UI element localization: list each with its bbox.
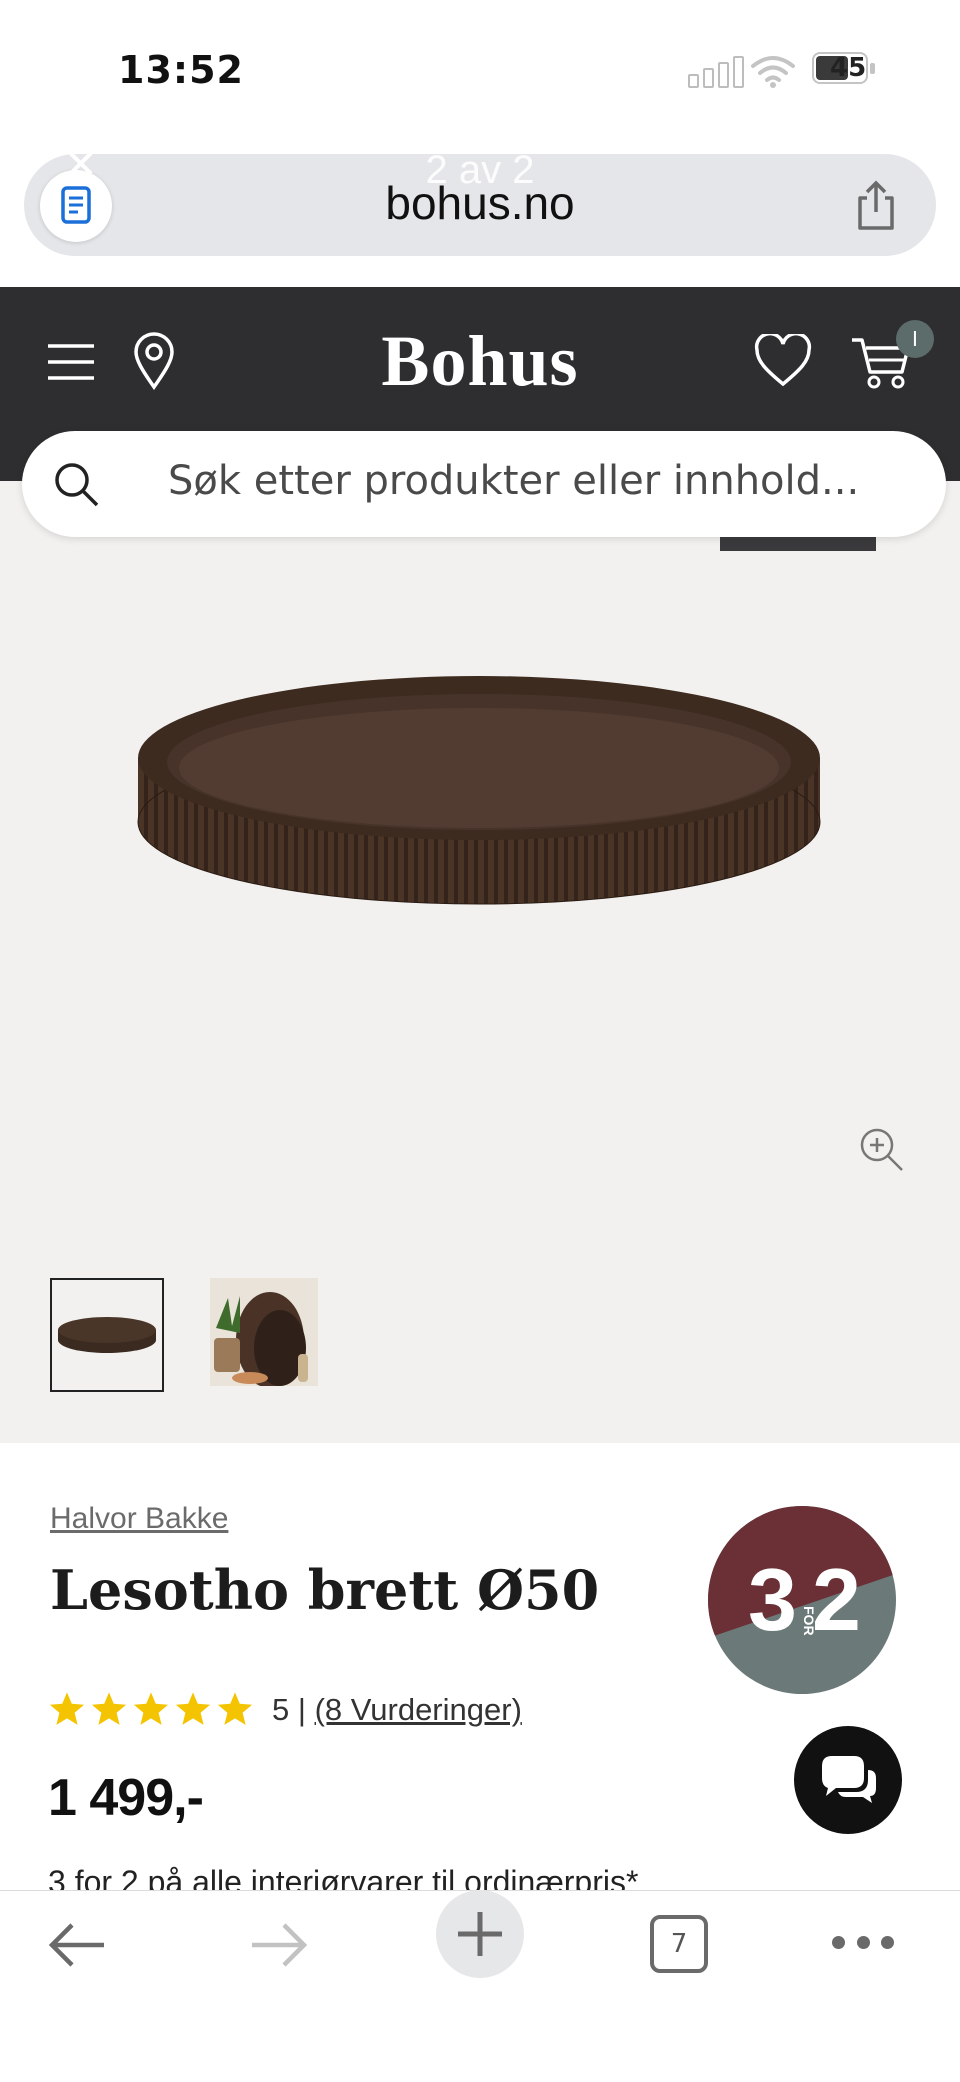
thumbnail-tray-image	[58, 1317, 156, 1353]
zoom-icon[interactable]	[858, 1126, 904, 1172]
battery-level: 45	[830, 53, 867, 83]
thumbnail-2[interactable]	[210, 1278, 324, 1392]
search-placeholder[interactable]: Søk etter produkter eller innhold...	[168, 458, 859, 504]
site-logo[interactable]: Bohus	[0, 320, 960, 403]
tabs-icon[interactable]: 7	[650, 1915, 708, 1973]
battery-icon: 45	[812, 52, 876, 86]
image-label-tab	[720, 537, 876, 551]
cellular-signal-icon	[688, 56, 744, 88]
more-icon[interactable]	[832, 1930, 894, 1954]
star-icon	[91, 1692, 127, 1725]
brand-link[interactable]: Halvor Bakke	[50, 1502, 228, 1536]
badge-number-left: 3	[748, 1550, 797, 1649]
cart-count-badge: I	[896, 320, 934, 358]
star-icon	[49, 1692, 85, 1725]
star-icon	[217, 1692, 253, 1725]
plus-icon	[458, 1912, 502, 1956]
product-price: 1 499,-	[48, 1769, 204, 1827]
product-image[interactable]	[134, 672, 824, 912]
rating-separator: |	[297, 1692, 306, 1727]
star-rating	[48, 1690, 254, 1728]
thumbnail-1[interactable]	[50, 1278, 164, 1392]
thumbnail-styled-image	[210, 1278, 318, 1388]
status-time: 13:52	[118, 48, 244, 92]
url-text[interactable]: bohus.no	[0, 176, 960, 230]
wifi-icon	[751, 56, 795, 88]
new-tab-button[interactable]	[436, 1890, 524, 1978]
star-icon	[175, 1692, 211, 1725]
chat-icon	[822, 1756, 876, 1803]
back-icon[interactable]	[46, 1920, 108, 1970]
badge-number-right: 2	[812, 1550, 861, 1649]
search-icon[interactable]	[52, 460, 100, 508]
heart-icon[interactable]	[754, 334, 812, 388]
three-for-two-badge: 3 FOR 2	[708, 1506, 896, 1694]
reviews-link[interactable]: (8 Vurderinger)	[315, 1692, 522, 1727]
rating-summary: 5 | (8 Vurderinger)	[272, 1692, 522, 1728]
forward-icon[interactable]	[248, 1920, 310, 1970]
star-icon	[133, 1692, 169, 1725]
rating-value: 5	[272, 1692, 290, 1727]
product-title: Lesotho brett Ø50	[50, 1558, 600, 1622]
chat-button[interactable]	[794, 1726, 902, 1834]
share-icon[interactable]	[852, 180, 900, 232]
